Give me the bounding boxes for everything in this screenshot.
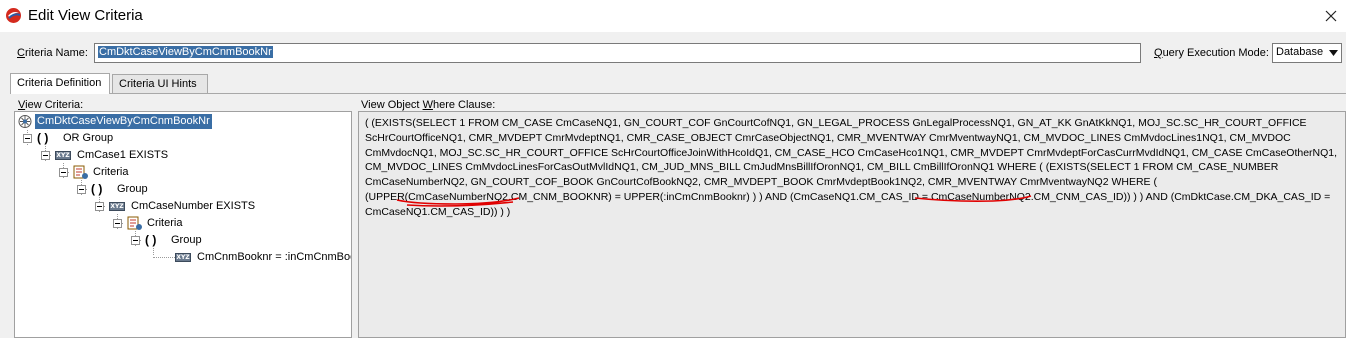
collapse-icon[interactable] [59,168,68,177]
collapse-icon[interactable] [41,151,50,160]
where-clause-line: CmCaseNumberNQ2, GN_COURT_COF_BOOK GnCou… [365,176,1157,189]
tree-node-label: Group [171,234,202,246]
query-execution-mode-select[interactable]: Database [1272,43,1342,63]
xyz-attribute-icon: XYZ [175,253,191,262]
red-underline-annotation [396,197,520,207]
where-clause-text[interactable]: ( (EXISTS(SELECT 1 FROM CM_CASE CmCaseNQ… [358,111,1346,338]
tab-criteria-ui-hints[interactable]: Criteria UI Hints [112,74,208,93]
oracle-jdeveloper-icon [5,7,22,24]
where-clause-line: ( (EXISTS(SELECT 1 FROM CM_CASE CmCaseNQ… [365,117,1307,129]
criteria-icon [73,165,88,179]
red-underline-annotation [914,195,1032,202]
criteria-name-value: CmDktCaseViewByCmCnmBookNr [98,46,273,58]
title-bar: Edit View Criteria [0,0,1346,32]
close-button[interactable] [1316,0,1346,32]
collapse-icon[interactable] [95,202,104,211]
tab-label: Criteria UI Hints [119,78,197,90]
criteria-name-field[interactable]: CmDktCaseViewByCmCnmBookNr [94,43,1141,63]
close-icon [1325,10,1337,22]
tree-node-label: OR Group [63,132,114,144]
tree-node-label: CmCase1 EXISTS [77,149,169,161]
tree-node-label: Group [117,183,148,195]
collapse-icon[interactable] [23,134,32,143]
view-criteria-tree[interactable]: CmDktCaseViewByCmCnmBookNr ( ) OR Group … [14,111,352,338]
where-clause-label: View Object Where Clause: [361,99,496,111]
tab-label: Criteria Definition [17,77,102,89]
collapse-icon[interactable] [131,236,140,245]
view-criteria-label: View Criteria: [18,99,84,111]
query-execution-mode-label: Query Execution Mode: [1154,47,1269,59]
group-parens-icon: ( ) [91,182,103,196]
tree-node-label: Criteria [93,166,129,178]
collapse-icon[interactable] [113,219,122,228]
window-title: Edit View Criteria [28,7,143,24]
tree-node-label: CmDktCaseViewByCmCnmBookNr [35,114,212,129]
collapse-icon[interactable] [77,185,86,194]
where-clause-line: CmMvdocNQ1, MOJ_SC.SC_HR_COURT_OFFICE Sc… [365,146,1338,159]
where-clause-line: CM_MVDOC_LINES CmMvdocLinesForCasOutMvlI… [365,161,1279,174]
chevron-down-icon [1329,50,1338,56]
criteria-name-label: Criteria Name: [17,47,88,59]
group-parens-icon: ( ) [145,233,157,247]
tree-node-label: Criteria [147,217,183,229]
xyz-attribute-icon: XYZ [55,151,71,160]
tree-node-label: CmCaseNumber EXISTS [131,200,256,212]
tab-criteria-definition[interactable]: Criteria Definition [10,73,110,94]
view-criteria-icon [18,115,32,128]
query-execution-mode-value: Database [1276,46,1324,58]
group-parens-icon: ( ) [37,131,49,145]
tree-node-label: CmCnmBooknr = :inCmCnmBook [197,251,352,263]
criteria-icon [127,216,142,230]
where-clause-line: ScHrCourtOfficeNQ1, CMR_MVDEPT CmrMvdept… [365,131,1291,144]
xyz-attribute-icon: XYZ [109,202,125,211]
